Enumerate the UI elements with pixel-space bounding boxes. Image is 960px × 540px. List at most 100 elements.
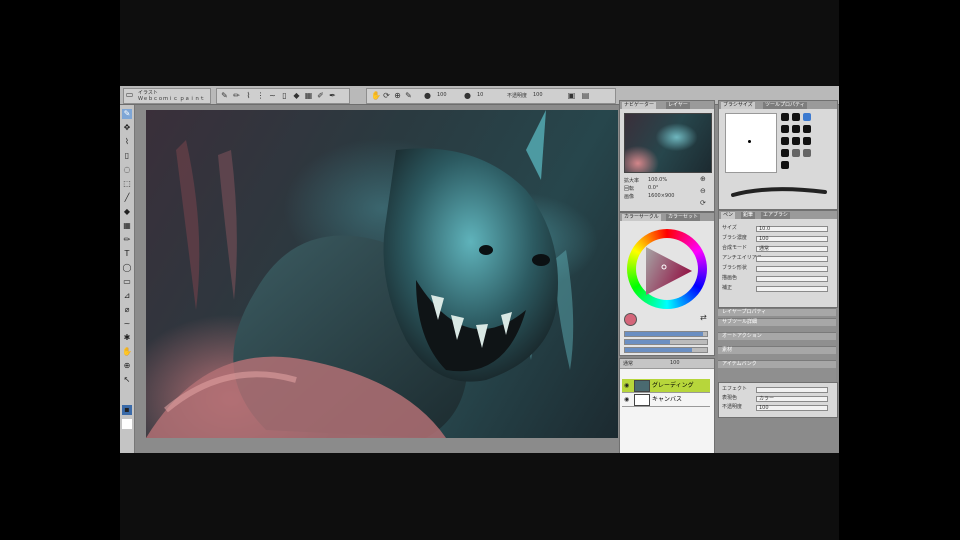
- tab-pen[interactable]: ペン: [721, 212, 736, 219]
- drawing-canvas[interactable]: [146, 110, 618, 438]
- pencil-icon[interactable]: ✏: [232, 91, 241, 101]
- zoom-icon[interactable]: ⊕: [393, 91, 402, 101]
- prop-row-antialias[interactable]: アンチエイリアス: [722, 255, 828, 262]
- move-tool-icon[interactable]: ✥: [122, 123, 132, 133]
- brush-size-4[interactable]: [781, 125, 789, 133]
- tab-pencil[interactable]: 鉛筆: [741, 212, 756, 219]
- rotate-view-icon[interactable]: ⟳: [700, 199, 706, 207]
- zoom-in-icon[interactable]: ⊕: [700, 175, 706, 183]
- select-tool-icon[interactable]: ⬚: [122, 179, 132, 189]
- brush-size-12[interactable]: [803, 149, 811, 157]
- sub-panel-subtool-detail[interactable]: サブツール詳細: [718, 318, 836, 326]
- hue-slider[interactable]: [624, 331, 708, 337]
- brush-size-6[interactable]: [803, 125, 811, 133]
- brush-size-3[interactable]: [803, 113, 811, 121]
- sub-panel-material[interactable]: 素材: [718, 346, 836, 354]
- tab-layer-nav[interactable]: レイヤー: [666, 102, 690, 109]
- zoom-tool-icon[interactable]: ⊕: [122, 361, 132, 371]
- pen-icon[interactable]: ✎: [220, 91, 229, 101]
- hand-tool-icon[interactable]: ✋: [122, 347, 132, 357]
- prop-row-size[interactable]: サイズ 10.0: [722, 225, 828, 232]
- prop-bar[interactable]: [756, 286, 828, 292]
- eraser-icon[interactable]: ▯: [280, 91, 289, 101]
- balloon-tool-icon[interactable]: ◯: [122, 263, 132, 273]
- prop-row-blend[interactable]: 合成モード 通常: [722, 245, 828, 252]
- prop-row-density[interactable]: ブラシ濃度 100: [722, 235, 828, 242]
- tab-navigator[interactable]: ナビゲーター: [622, 102, 657, 109]
- main-color-indicator[interactable]: [624, 313, 637, 326]
- operation-tool-icon[interactable]: ↖: [122, 375, 132, 385]
- tab-brush-size[interactable]: ブラシサイズ: [721, 102, 755, 109]
- brush-size-8[interactable]: [792, 137, 800, 145]
- brush-dot-icon[interactable]: ●: [463, 91, 472, 101]
- brush-size-7[interactable]: [781, 137, 789, 145]
- lasso-tool-icon[interactable]: ◌: [122, 165, 132, 175]
- value-slider[interactable]: [624, 347, 708, 353]
- sv-triangle[interactable]: [640, 243, 696, 299]
- layer-prop-opacity[interactable]: 不透明度 100: [722, 404, 828, 411]
- text-tool-icon[interactable]: T: [122, 249, 132, 259]
- sub-panel-item-bank[interactable]: アイテムバンク: [718, 360, 836, 368]
- prop-row-shape[interactable]: ブラシ形状: [722, 265, 828, 272]
- main-color-swatch-icon[interactable]: ▪: [122, 405, 132, 415]
- prop-bar[interactable]: [756, 387, 828, 393]
- decoration-tool-icon[interactable]: ✱: [122, 333, 132, 343]
- frame-tool-icon[interactable]: ▭: [122, 277, 132, 287]
- tab-tool-property[interactable]: ツールプロパティ: [763, 102, 807, 109]
- pencil-tool-icon[interactable]: ✏: [122, 235, 132, 245]
- color-dot-icon[interactable]: ●: [423, 91, 432, 101]
- airbrush-icon[interactable]: ⋮: [256, 91, 265, 101]
- pen-option-icon[interactable]: ✎: [404, 91, 413, 101]
- brush-size-11[interactable]: [792, 149, 800, 157]
- prop-row-color[interactable]: 描画色: [722, 275, 828, 282]
- brush-size-1[interactable]: [781, 113, 789, 121]
- prop-bar[interactable]: 10.0: [756, 226, 828, 232]
- sub-color-swatch-icon[interactable]: [122, 419, 132, 429]
- marker-icon[interactable]: ✐: [316, 91, 325, 101]
- prop-bar[interactable]: [756, 276, 828, 282]
- brush-tool-icon[interactable]: ⌇: [122, 137, 132, 147]
- prop-bar[interactable]: カラー: [756, 396, 828, 402]
- hand-icon[interactable]: ✋: [371, 91, 381, 101]
- ruler-tool-icon[interactable]: ⊿: [122, 291, 132, 301]
- pen-tool-icon[interactable]: ✎: [122, 109, 132, 119]
- line-tool-icon[interactable]: ╱: [122, 193, 132, 203]
- eraser-tool-icon[interactable]: ▯: [122, 151, 132, 161]
- eye-icon[interactable]: ◉: [624, 379, 629, 392]
- zoom-out-icon[interactable]: ⊖: [700, 187, 706, 195]
- blend-icon[interactable]: ~: [268, 91, 277, 101]
- prop-bar[interactable]: 通常: [756, 246, 828, 252]
- prop-bar[interactable]: [756, 266, 828, 272]
- brush-size-5[interactable]: [792, 125, 800, 133]
- saturation-slider[interactable]: [624, 339, 708, 345]
- sub-panel-layer-property[interactable]: レイヤープロパティ: [718, 308, 836, 316]
- brush-size-2[interactable]: [792, 113, 800, 121]
- layer-opacity[interactable]: 100: [670, 360, 680, 366]
- brush-size-10[interactable]: [781, 149, 789, 157]
- blend-tool-icon[interactable]: ~: [122, 319, 132, 329]
- tab-color-set[interactable]: カラーセット: [666, 214, 701, 221]
- layer-prop-color[interactable]: 表現色 カラー: [722, 395, 828, 402]
- fill-icon[interactable]: ◆: [292, 91, 301, 101]
- layer-prop-effect[interactable]: エフェクト: [722, 386, 828, 393]
- eye-icon[interactable]: ◉: [624, 393, 629, 406]
- prop-bar[interactable]: [756, 256, 828, 262]
- ink-pen-icon[interactable]: ✒: [328, 91, 337, 101]
- prop-row-correction[interactable]: 補正: [722, 285, 828, 292]
- layer-blend-mode[interactable]: 通常: [623, 360, 633, 367]
- navigator-thumbnail[interactable]: [624, 113, 712, 173]
- sub-panel-auto-action[interactable]: オートアクション: [718, 332, 836, 340]
- layer-row-canvas[interactable]: ◉ キャンバス: [622, 393, 710, 407]
- prop-bar[interactable]: 100: [756, 236, 828, 242]
- brush-size-13[interactable]: [781, 161, 789, 169]
- option-b-icon[interactable]: ▤: [581, 91, 590, 101]
- fill-tool-icon[interactable]: ◆: [122, 207, 132, 217]
- brush-icon[interactable]: ⌇: [244, 91, 253, 101]
- gradient-tool-icon[interactable]: ▦: [122, 221, 132, 231]
- color-swap-icon[interactable]: ⇄: [700, 313, 707, 322]
- layer-row-grading[interactable]: ◉ グレーディング: [622, 379, 710, 393]
- gradient-icon[interactable]: ▦: [304, 91, 313, 101]
- eyedropper-tool-icon[interactable]: ⌀: [122, 305, 132, 315]
- option-a-icon[interactable]: ▣: [567, 91, 576, 101]
- file-tab[interactable]: イラスト Ｗｅｂｃｏｍｉｃ ｐａｉｎｔ ▭: [123, 88, 211, 104]
